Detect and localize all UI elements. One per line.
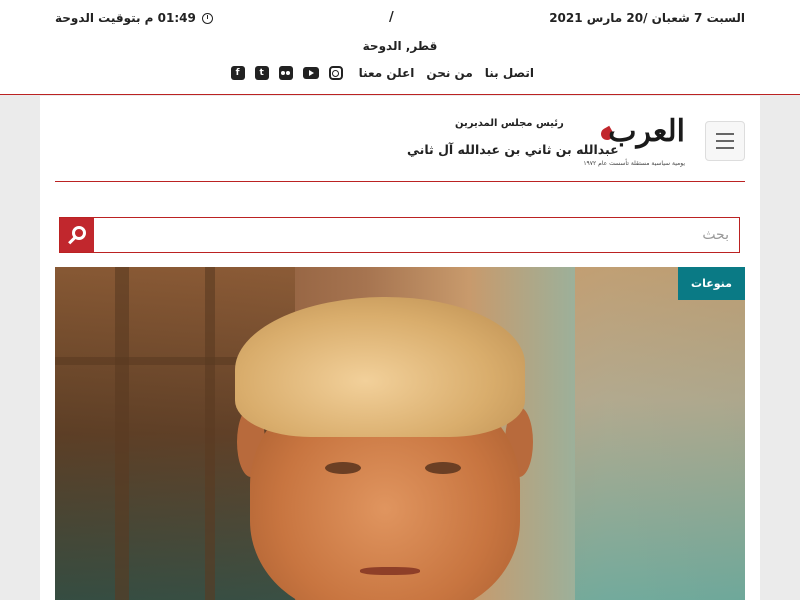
top-nav: اتصل بنا من نحن اعلن معنا t f (230, 66, 534, 80)
search-input[interactable] (93, 218, 739, 252)
current-time: 01:49 م بتوقيت الدوحة (55, 11, 213, 25)
flickr-icon[interactable] (278, 66, 293, 80)
nav-advertise[interactable]: اعلن معنا (359, 66, 415, 80)
location: قطر, الدوحة (362, 39, 438, 53)
logo-text: العرب (608, 114, 686, 149)
menu-line (716, 133, 734, 135)
youtube-icon[interactable] (302, 67, 319, 79)
hero-image[interactable]: منوعات (55, 267, 745, 600)
current-date: السبت 7 شعبان /20 مارس 2021 (549, 11, 745, 25)
logo-tagline: يومية سياسية مستقلة تأسست عام ١٩٧٢ (583, 160, 685, 167)
social-links: t f (230, 66, 343, 80)
eye (325, 462, 361, 474)
background-beam (205, 267, 215, 600)
mouth (360, 567, 420, 575)
time-text: 01:49 م بتوقيت الدوحة (55, 11, 196, 25)
search-bar (59, 217, 740, 253)
separator: / (389, 10, 394, 25)
search-icon (72, 226, 86, 240)
facebook-icon[interactable]: f (230, 66, 245, 80)
main-container: العرب يومية سياسية مستقلة تأسست عام ١٩٧٢… (40, 96, 760, 600)
clock-icon (201, 12, 213, 24)
hamburger-menu-button[interactable] (705, 121, 745, 161)
chairman-label: رئيس مجلس المديرين (455, 118, 564, 129)
background-beam (115, 267, 129, 600)
nav-about[interactable]: من نحن (426, 66, 472, 80)
chairman-name: عبدالله بن ثاني بن عبدالله آل ثاني (407, 142, 619, 157)
menu-line (716, 140, 734, 142)
masthead: العرب يومية سياسية مستقلة تأسست عام ١٩٧٢… (55, 96, 745, 182)
twitter-icon[interactable]: t (254, 66, 269, 80)
eye (425, 462, 461, 474)
instagram-icon[interactable] (328, 66, 343, 80)
search-button[interactable] (60, 218, 94, 252)
category-tag[interactable]: منوعات (678, 267, 745, 300)
background-right (575, 267, 745, 600)
top-bar: السبت 7 شعبان /20 مارس 2021 / 01:49 م بت… (0, 0, 800, 95)
nav-contact[interactable]: اتصل بنا (485, 66, 534, 80)
menu-line (716, 147, 734, 149)
hair (235, 297, 525, 437)
